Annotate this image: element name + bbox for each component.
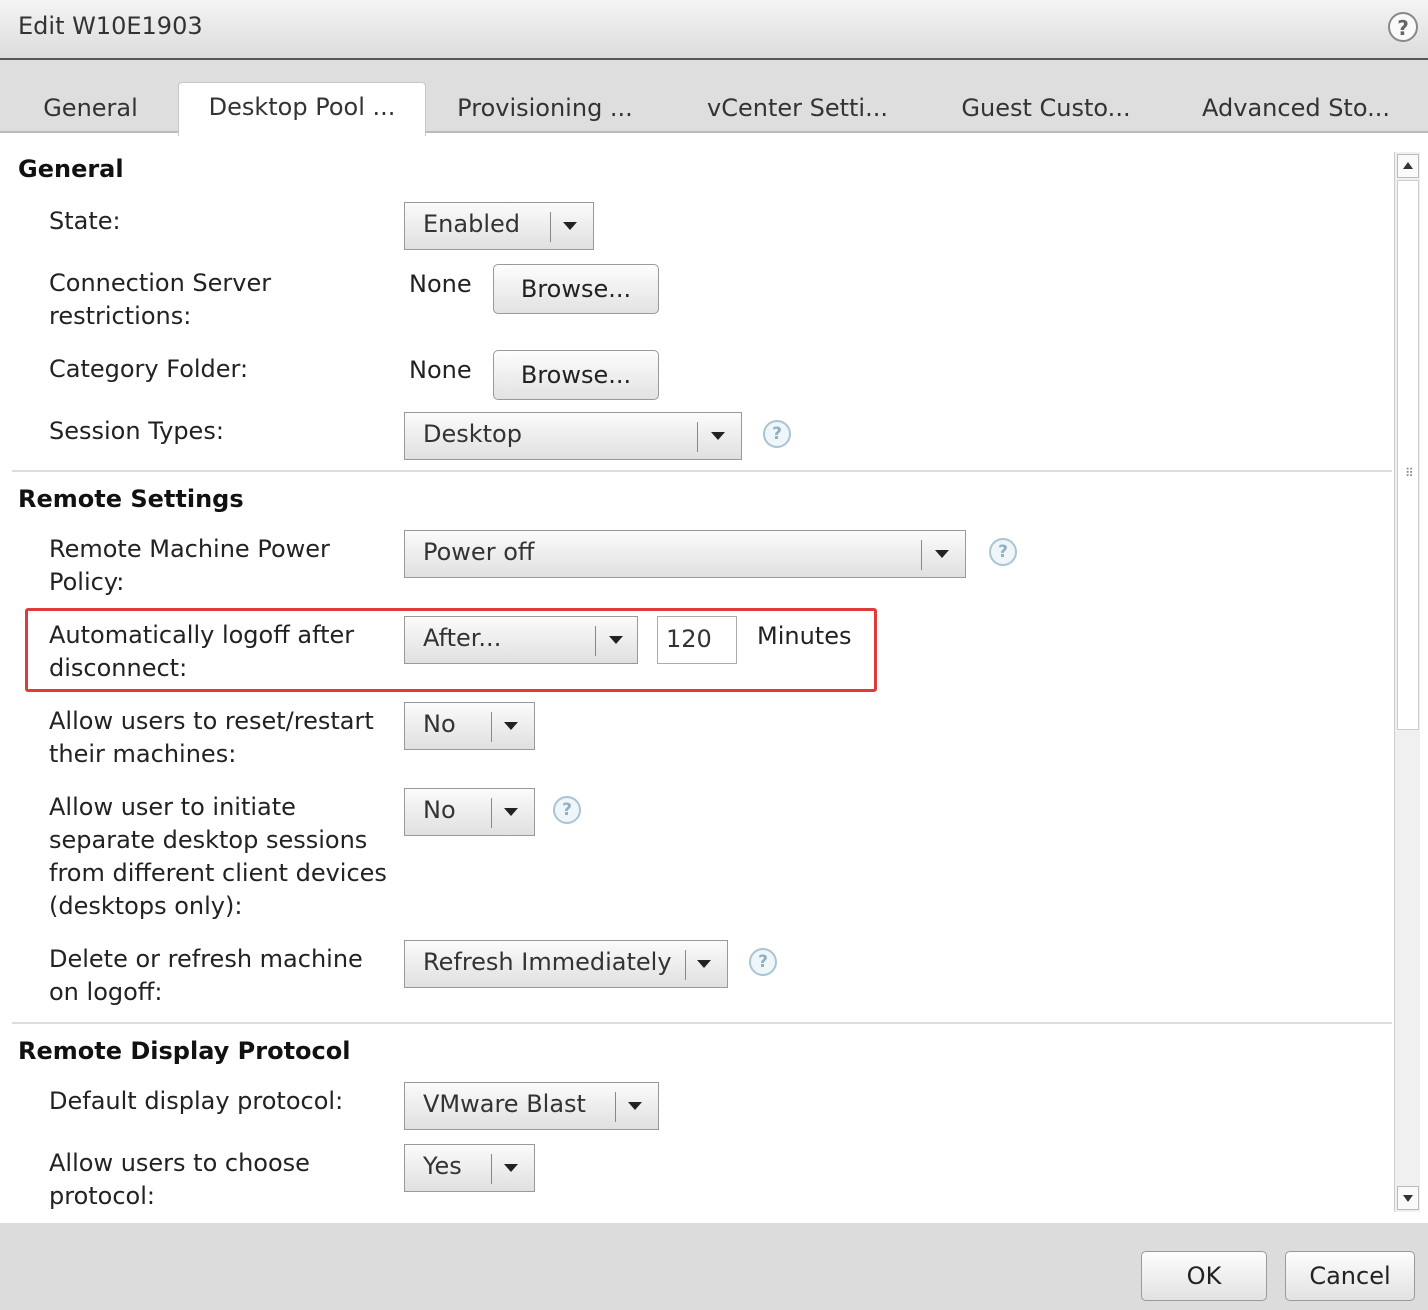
chevron-down-icon [697, 960, 711, 968]
reset-restart-label: Allow users to reset/restart their machi… [49, 707, 374, 768]
title-bar: Edit W10E1903 ? [0, 0, 1428, 60]
logoff-minutes-input[interactable]: 120 [657, 616, 737, 664]
default-protocol-select[interactable]: VMware Blast [404, 1082, 659, 1130]
chevron-down-icon [711, 432, 725, 440]
session-types-label: Session Types: [49, 417, 224, 445]
connection-server-label: Connection Server restrictions: [49, 269, 272, 330]
settings-panel: General State: Enabled Connection Server… [0, 133, 1392, 1223]
cancel-button[interactable]: Cancel [1285, 1251, 1415, 1301]
state-label: State: [49, 207, 121, 235]
vertical-scrollbar[interactable]: ⠿ [1394, 152, 1420, 1212]
help-icon[interactable]: ? [1388, 12, 1418, 42]
chevron-down-icon [504, 722, 518, 730]
chevron-down-icon [609, 636, 623, 644]
separate-sessions-value: No [423, 796, 456, 824]
default-protocol-value: VMware Blast [423, 1090, 586, 1118]
window-title: Edit W10E1903 [18, 12, 203, 40]
choose-protocol-select[interactable]: Yes [404, 1144, 535, 1192]
session-types-value: Desktop [423, 420, 522, 448]
section-display-protocol-title: Remote Display Protocol [18, 1037, 351, 1065]
delete-refresh-label: Delete or refresh machine on logoff: [49, 945, 363, 1006]
connection-server-browse-button[interactable]: Browse... [493, 264, 659, 314]
delete-refresh-select[interactable]: Refresh Immediately [404, 940, 728, 988]
help-icon[interactable]: ? [989, 538, 1017, 566]
choose-protocol-label: Allow users to choose protocol: [49, 1149, 310, 1210]
section-divider [12, 470, 1392, 472]
tab-provisioning[interactable]: Provisioning ... [440, 84, 650, 133]
scroll-up-arrow-icon[interactable] [1397, 154, 1419, 178]
state-select[interactable]: Enabled [404, 202, 594, 250]
separate-sessions-select[interactable]: No [404, 788, 535, 836]
grip-icon: ⠿ [1405, 466, 1414, 480]
tab-bar: General Desktop Pool ... Provisioning ..… [0, 60, 1428, 136]
help-icon[interactable]: ? [553, 796, 581, 824]
category-folder-value: None [409, 356, 472, 384]
tab-advanced-storage[interactable]: Advanced Sto... [1182, 84, 1410, 133]
category-folder-browse-button[interactable]: Browse... [493, 350, 659, 400]
category-folder-label: Category Folder: [49, 355, 249, 383]
chevron-down-icon [628, 1102, 642, 1110]
default-protocol-label: Default display protocol: [49, 1087, 344, 1115]
logoff-value: After... [423, 624, 502, 652]
reset-restart-value: No [423, 710, 456, 738]
chevron-down-icon [563, 222, 577, 230]
scroll-down-arrow-icon[interactable] [1397, 1186, 1419, 1210]
power-policy-label: Remote Machine Power Policy: [49, 535, 330, 596]
help-icon[interactable]: ? [763, 420, 791, 448]
logoff-select[interactable]: After... [404, 616, 638, 664]
state-value: Enabled [423, 210, 520, 238]
delete-refresh-value: Refresh Immediately [423, 948, 672, 976]
chevron-down-icon [935, 550, 949, 558]
connection-server-value: None [409, 270, 472, 298]
tab-vcenter-settings[interactable]: vCenter Setti... [690, 84, 905, 133]
section-general-title: General [18, 155, 124, 183]
help-icon[interactable]: ? [749, 948, 777, 976]
tab-desktop-pool[interactable]: Desktop Pool ... [178, 82, 426, 136]
section-divider [12, 1022, 1392, 1024]
chevron-down-icon [504, 1164, 518, 1172]
tab-general[interactable]: General [28, 84, 153, 133]
power-policy-select[interactable]: Power off [404, 530, 966, 578]
reset-restart-select[interactable]: No [404, 702, 535, 750]
scrollbar-thumb[interactable]: ⠿ [1397, 180, 1419, 730]
ok-button[interactable]: OK [1141, 1251, 1267, 1301]
chevron-down-icon [504, 808, 518, 816]
choose-protocol-value: Yes [423, 1152, 462, 1180]
dialog-footer: OK Cancel [0, 1223, 1428, 1310]
logoff-unit-label: Minutes [757, 622, 852, 650]
tab-guest-customization[interactable]: Guest Custo... [940, 84, 1152, 133]
separate-sessions-label: Allow user to initiate separate desktop … [49, 793, 387, 920]
session-types-select[interactable]: Desktop [404, 412, 742, 460]
logoff-label: Automatically logoff after disconnect: [49, 621, 355, 682]
power-policy-value: Power off [423, 538, 535, 566]
section-remote-settings-title: Remote Settings [18, 485, 244, 513]
